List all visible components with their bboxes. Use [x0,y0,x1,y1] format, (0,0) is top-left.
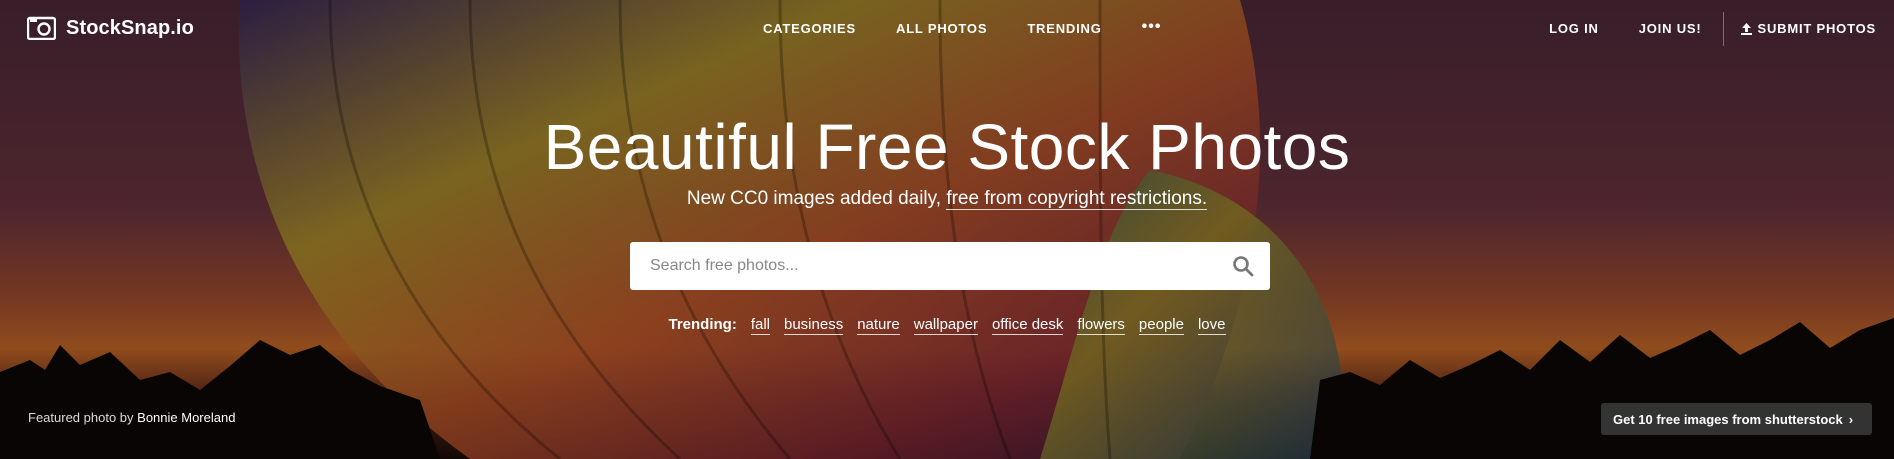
promo-label: Get 10 free images from shutterstock [1613,411,1843,427]
subtitle-text: New CC0 images added daily, [686,188,947,209]
hero-banner: StockSnap.io CATEGORIES ALL PHOTOS TREND… [0,0,1894,459]
photo-author-link[interactable]: Bonnie Moreland [137,410,235,425]
nav-all-photos[interactable]: ALL PHOTOS [896,21,987,36]
nav-categories[interactable]: CATEGORIES [763,21,856,36]
tag-love[interactable]: love [1197,316,1226,335]
copyright-info-link[interactable]: free from copyright restrictions. [946,188,1208,210]
submit-photos-link[interactable]: SUBMIT PHOTOS [1741,21,1876,36]
upload-icon [1741,22,1753,35]
hero-subtitle: New CC0 images added daily, free from co… [0,188,1894,210]
camera-logo-icon [27,16,56,40]
search-input[interactable] [630,242,1216,290]
account-nav: LOG IN JOIN US! SUBMIT PHOTOS [1549,21,1876,36]
chevron-right-icon: › [1848,411,1854,427]
page-title: Beautiful Free Stock Photos [543,111,1351,183]
search-icon [1233,256,1254,277]
search-bar [630,242,1270,290]
brand-logo[interactable]: StockSnap.io [27,16,194,40]
tag-wallpaper[interactable]: wallpaper [913,316,978,335]
photo-credit: Featured photo by Bonnie Moreland [28,410,235,425]
shutterstock-promo-button[interactable]: Get 10 free images from shutterstock › [1601,403,1872,435]
join-link[interactable]: JOIN US! [1639,21,1702,36]
main-nav: CATEGORIES ALL PHOTOS TRENDING ••• [763,18,1162,37]
nav-trending[interactable]: TRENDING [1027,21,1101,36]
submit-photos-label: SUBMIT PHOTOS [1757,21,1876,36]
brand-name: StockSnap.io [66,16,194,39]
tag-nature[interactable]: nature [857,316,900,335]
search-button[interactable] [1216,242,1270,290]
credit-prefix: Featured photo by [28,410,134,425]
tag-people[interactable]: people [1138,316,1184,335]
tag-business[interactable]: business [784,316,844,335]
hero-overlay [0,0,1894,459]
tag-flowers[interactable]: flowers [1077,316,1125,335]
more-menu-icon[interactable]: ••• [1142,18,1162,36]
login-link[interactable]: LOG IN [1549,21,1599,36]
tag-office-desk[interactable]: office desk [991,316,1064,335]
trending-label: Trending: [668,316,737,333]
tag-fall[interactable]: fall [750,316,770,335]
trending-tags: Trending: fall business nature wallpaper… [0,316,1894,335]
